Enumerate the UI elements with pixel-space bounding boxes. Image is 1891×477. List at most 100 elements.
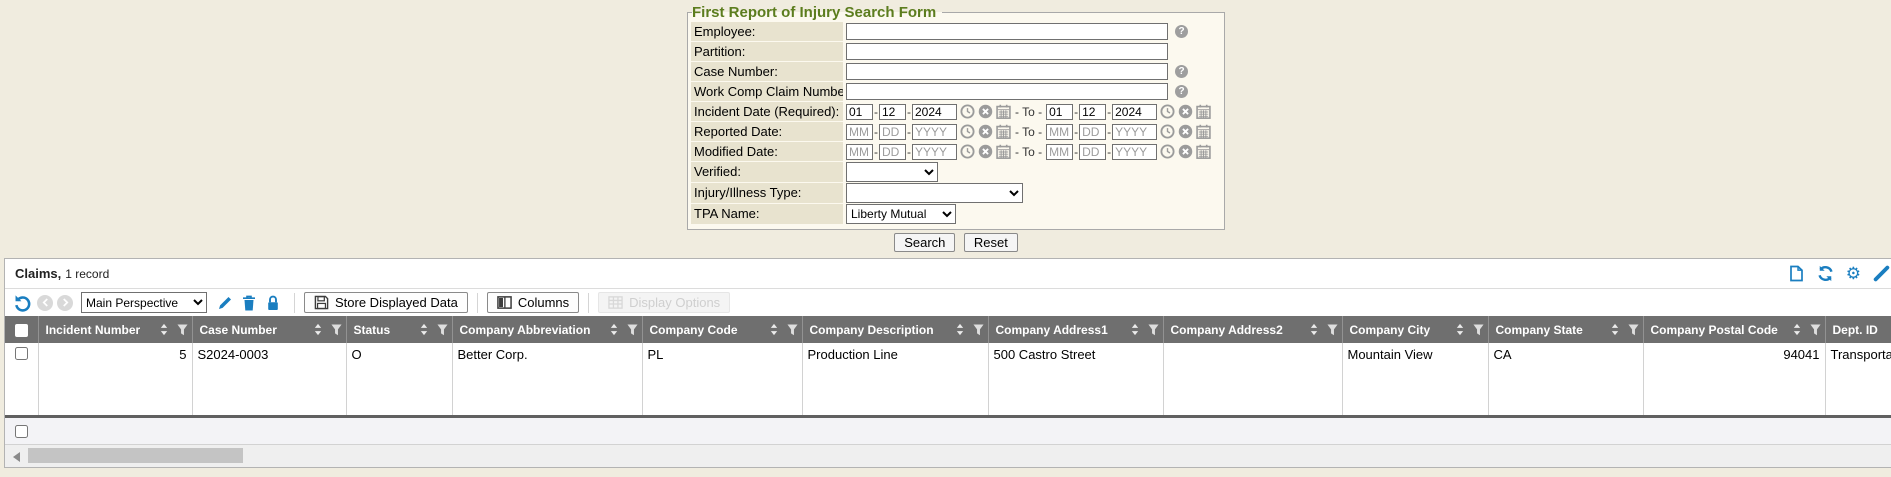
column-header-company-address2[interactable]: Company Address2 xyxy=(1163,316,1342,343)
row-checkbox[interactable] xyxy=(15,347,28,360)
perspective-select[interactable]: Main Perspective xyxy=(81,292,207,313)
employee-input[interactable] xyxy=(846,23,1168,40)
filter-icon[interactable] xyxy=(787,324,798,336)
clear-date-icon[interactable] xyxy=(978,124,993,139)
wrench-icon[interactable] xyxy=(1873,265,1890,282)
edit-pencil-icon[interactable] xyxy=(217,295,233,311)
sort-icon[interactable] xyxy=(1130,323,1140,336)
incident-to-month[interactable] xyxy=(1046,104,1073,120)
column-header-company-city[interactable]: Company City xyxy=(1342,316,1488,343)
search-button[interactable]: Search xyxy=(894,233,955,252)
help-icon[interactable] xyxy=(1175,85,1188,98)
column-header-company-address1[interactable]: Company Address1 xyxy=(988,316,1163,343)
incident-from-year[interactable] xyxy=(912,104,957,120)
horizontal-scrollbar[interactable] xyxy=(5,444,1891,467)
reported-to-day[interactable] xyxy=(1079,124,1106,140)
sort-icon[interactable] xyxy=(769,323,779,336)
verified-select[interactable] xyxy=(846,162,938,182)
help-icon[interactable] xyxy=(1175,25,1188,38)
sort-icon[interactable] xyxy=(419,323,429,336)
time-picker-icon[interactable] xyxy=(1160,104,1175,119)
column-header-case-number[interactable]: Case Number xyxy=(192,316,346,343)
sort-icon[interactable] xyxy=(159,323,169,336)
calendar-icon[interactable] xyxy=(1196,124,1211,139)
injury-illness-type-select[interactable] xyxy=(846,183,1023,203)
refresh-icon[interactable] xyxy=(1817,265,1834,282)
previous-perspective-button[interactable] xyxy=(37,295,53,311)
modified-to-year[interactable] xyxy=(1112,144,1157,160)
scroll-left-arrow-icon[interactable] xyxy=(13,452,20,462)
incident-from-day[interactable] xyxy=(879,104,906,120)
calendar-icon[interactable] xyxy=(1196,104,1211,119)
filter-icon[interactable] xyxy=(1148,324,1159,336)
reported-from-month[interactable] xyxy=(846,124,873,140)
filter-icon[interactable] xyxy=(331,324,342,336)
case-number-input[interactable] xyxy=(846,63,1168,80)
filter-icon[interactable] xyxy=(1628,324,1639,336)
clear-date-icon[interactable] xyxy=(978,104,993,119)
incident-to-year[interactable] xyxy=(1112,104,1157,120)
sort-icon[interactable] xyxy=(1792,323,1802,336)
column-header-company-code[interactable]: Company Code xyxy=(642,316,802,343)
columns-button[interactable]: Columns xyxy=(487,292,579,313)
modified-from-month[interactable] xyxy=(846,144,873,160)
reported-from-year[interactable] xyxy=(912,124,957,140)
footer-checkbox[interactable] xyxy=(15,425,28,438)
sort-icon[interactable] xyxy=(1309,323,1319,336)
calendar-icon[interactable] xyxy=(996,144,1011,159)
time-picker-icon[interactable] xyxy=(960,124,975,139)
column-header-company-state[interactable]: Company State xyxy=(1488,316,1643,343)
modified-from-year[interactable] xyxy=(912,144,957,160)
lock-icon[interactable] xyxy=(265,295,281,311)
clear-date-icon[interactable] xyxy=(1178,124,1193,139)
claims-row[interactable]: 5S2024-0003OBetter Corp.PLProduction Lin… xyxy=(5,343,1891,415)
partition-input[interactable] xyxy=(846,43,1168,60)
sort-icon[interactable] xyxy=(1610,323,1620,336)
reported-from-day[interactable] xyxy=(879,124,906,140)
modified-to-day[interactable] xyxy=(1079,144,1106,160)
select-all-checkbox[interactable] xyxy=(15,324,28,337)
clear-date-icon[interactable] xyxy=(1178,104,1193,119)
column-header-status[interactable]: Status xyxy=(346,316,452,343)
filter-icon[interactable] xyxy=(177,324,188,336)
column-header-company-description[interactable]: Company Description xyxy=(802,316,988,343)
filter-icon[interactable] xyxy=(973,324,984,336)
tpa-name-select[interactable]: Liberty Mutual xyxy=(846,204,956,224)
calendar-icon[interactable] xyxy=(1196,144,1211,159)
column-header-dept-id[interactable]: Dept. ID xyxy=(1825,316,1891,343)
filter-icon[interactable] xyxy=(1473,324,1484,336)
modified-from-day[interactable] xyxy=(879,144,906,160)
sort-icon[interactable] xyxy=(1455,323,1465,336)
filter-icon[interactable] xyxy=(1327,324,1338,336)
reset-button[interactable]: Reset xyxy=(964,233,1018,252)
delete-trash-icon[interactable] xyxy=(241,295,257,311)
filter-icon[interactable] xyxy=(1810,324,1821,336)
store-displayed-data-button[interactable]: Store Displayed Data xyxy=(304,292,468,313)
time-picker-icon[interactable] xyxy=(1160,124,1175,139)
sort-icon[interactable] xyxy=(313,323,323,336)
incident-from-month[interactable] xyxy=(846,104,873,120)
filter-icon[interactable] xyxy=(627,324,638,336)
reported-to-month[interactable] xyxy=(1046,124,1073,140)
undo-icon[interactable] xyxy=(13,293,32,312)
modified-to-month[interactable] xyxy=(1046,144,1073,160)
clear-date-icon[interactable] xyxy=(1178,144,1193,159)
time-picker-icon[interactable] xyxy=(960,144,975,159)
new-document-icon[interactable] xyxy=(1788,265,1805,282)
calendar-icon[interactable] xyxy=(996,104,1011,119)
sort-icon[interactable] xyxy=(955,323,965,336)
incident-to-day[interactable] xyxy=(1079,104,1106,120)
time-picker-icon[interactable] xyxy=(1160,144,1175,159)
column-header-company-abbreviation[interactable]: Company Abbreviation xyxy=(452,316,642,343)
sort-icon[interactable] xyxy=(609,323,619,336)
reported-to-year[interactable] xyxy=(1112,124,1157,140)
next-perspective-button[interactable] xyxy=(57,295,73,311)
column-header-incident-number[interactable]: Incident Number xyxy=(38,316,192,343)
help-icon[interactable] xyxy=(1175,65,1188,78)
scrollbar-thumb[interactable] xyxy=(28,448,243,463)
time-picker-icon[interactable] xyxy=(960,104,975,119)
work-comp-claim-input[interactable] xyxy=(846,83,1168,100)
select-all-header[interactable] xyxy=(5,316,38,343)
clear-date-icon[interactable] xyxy=(978,144,993,159)
gear-icon[interactable]: ⚙ xyxy=(1846,265,1861,282)
